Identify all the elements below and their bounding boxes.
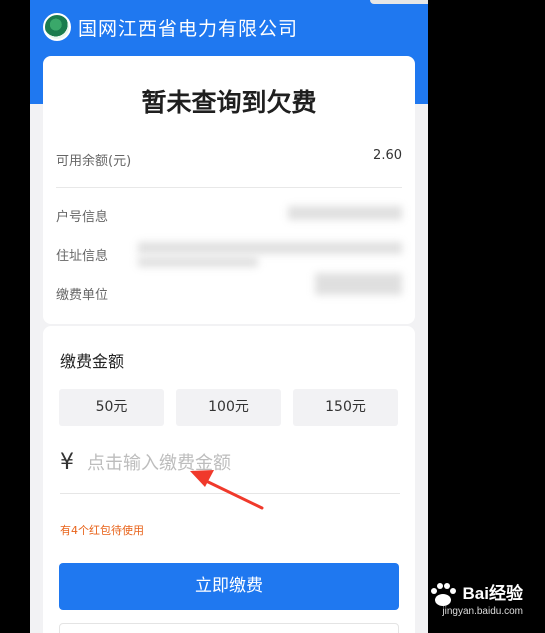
payment-card: 缴费金额 50元 100元 150元 ¥ 有4个红包待使用 立即缴费 [43, 326, 415, 633]
state-grid-logo-icon [43, 13, 71, 41]
input-underline [60, 493, 400, 494]
payment-amount-title: 缴费金额 [60, 352, 125, 371]
page-title: 暂未查询到欠费 [141, 88, 317, 117]
watermark: Bai经验 jingyan.baidu.com [428, 579, 523, 617]
address-value-redacted [138, 242, 402, 254]
coupon-note[interactable]: 有4个红包待使用 [60, 522, 144, 538]
company-name: 国网江西省电力有限公司 [78, 18, 299, 40]
amount-input[interactable] [87, 448, 387, 478]
pay-now-button[interactable]: 立即缴费 [59, 563, 399, 610]
preset-50-button[interactable]: 50元 [59, 389, 164, 426]
balance-value: 2.60 [373, 148, 402, 163]
top-edge [370, 0, 428, 4]
account-label: 户号信息 [56, 210, 109, 225]
watermark-brand: Bai经验 [462, 584, 523, 604]
account-summary-card: 暂未查询到欠费 可用余额(元) 2.60 户号信息 住址信息 缴费单位 [43, 56, 415, 324]
divider [56, 187, 402, 188]
paw-logo-icon [430, 583, 456, 606]
preset-100-button[interactable]: 100元 [176, 389, 281, 426]
preset-150-button[interactable]: 150元 [293, 389, 398, 426]
unit-label: 缴费单位 [56, 288, 109, 303]
currency-symbol: ¥ [60, 450, 74, 475]
account-value-redacted [288, 206, 402, 220]
phone-screen: 国网江西省电力有限公司 暂未查询到欠费 可用余额(元) 2.60 户号信息 住址… [30, 0, 428, 633]
balance-label: 可用余额(元) [56, 154, 132, 169]
address-value-redacted-2 [138, 257, 258, 267]
unit-value-redacted [315, 273, 402, 295]
watermark-url: jingyan.baidu.com [442, 606, 523, 617]
address-label: 住址信息 [56, 249, 109, 264]
secondary-option-box[interactable] [59, 623, 399, 633]
